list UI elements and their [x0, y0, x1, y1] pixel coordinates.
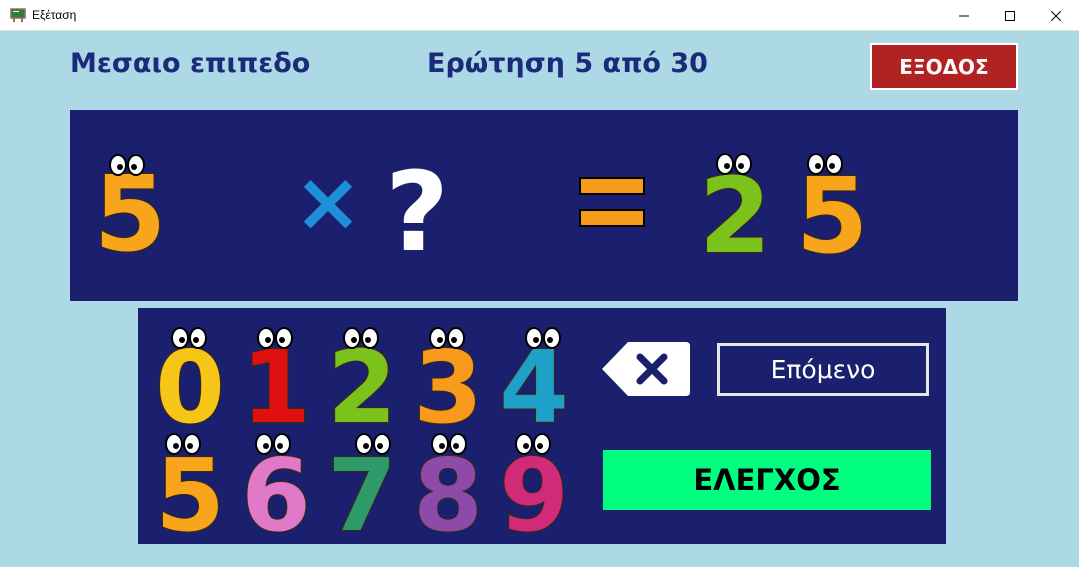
svg-text:8: 8	[413, 437, 483, 554]
digit-key-7[interactable]: 7	[320, 430, 404, 555]
result-digit-2: 2	[698, 153, 772, 278]
svg-text:2: 2	[699, 155, 771, 277]
question-counter: Ερώτηση 5 από 30	[427, 48, 708, 79]
unknown-placeholder: ?	[385, 148, 449, 276]
maximize-icon	[1005, 10, 1015, 21]
svg-text:?: ?	[385, 148, 449, 276]
app-icon	[10, 8, 26, 22]
digit-key-8[interactable]: 8	[406, 430, 490, 555]
close-button[interactable]	[1033, 0, 1079, 31]
check-button[interactable]: ΕΛΕΓΧΟΣ	[603, 450, 931, 510]
result-digit-5: 5	[795, 153, 869, 278]
digit-key-4[interactable]: 4	[492, 322, 576, 447]
svg-text:×: ×	[294, 155, 363, 250]
digit-key-1[interactable]: 1	[234, 322, 318, 447]
exam-window: Εξέταση Μεσαιο επιπεδο Ερώτηση 5 από 30 …	[0, 0, 1079, 567]
svg-text:3: 3	[413, 329, 483, 446]
digit-key-5[interactable]: 5	[148, 430, 232, 555]
svg-text:1: 1	[241, 329, 311, 446]
digit-key-9[interactable]: 9	[492, 430, 576, 555]
svg-text:2: 2	[327, 329, 397, 446]
svg-text:6: 6	[241, 437, 311, 554]
svg-text:9: 9	[499, 437, 569, 554]
minimize-icon	[959, 15, 969, 16]
digit-key-0[interactable]: 0	[148, 322, 232, 447]
multiply-operator: ×	[294, 155, 363, 250]
digit-key-2[interactable]: 2	[320, 322, 404, 447]
equals-sign	[579, 177, 645, 227]
close-icon	[1051, 10, 1061, 21]
digit-key-3[interactable]: 3	[406, 322, 490, 447]
svg-text:0: 0	[155, 329, 225, 446]
minimize-button[interactable]	[941, 0, 987, 31]
exit-button[interactable]: ΕΞΟΔΟΣ	[870, 43, 1018, 90]
equation-panel	[70, 110, 1018, 301]
backspace-button[interactable]	[600, 340, 692, 398]
maximize-button[interactable]	[987, 0, 1033, 31]
digit-key-6[interactable]: 6	[234, 430, 318, 555]
title-bar: Εξέταση	[0, 0, 1079, 31]
window-title: Εξέταση	[32, 8, 77, 22]
backspace-icon	[602, 342, 690, 396]
next-button[interactable]: Επόμενο	[717, 343, 929, 396]
equation-operand: 5	[93, 152, 167, 276]
difficulty-level-label: Μεσαιο επιπεδο	[70, 48, 311, 79]
